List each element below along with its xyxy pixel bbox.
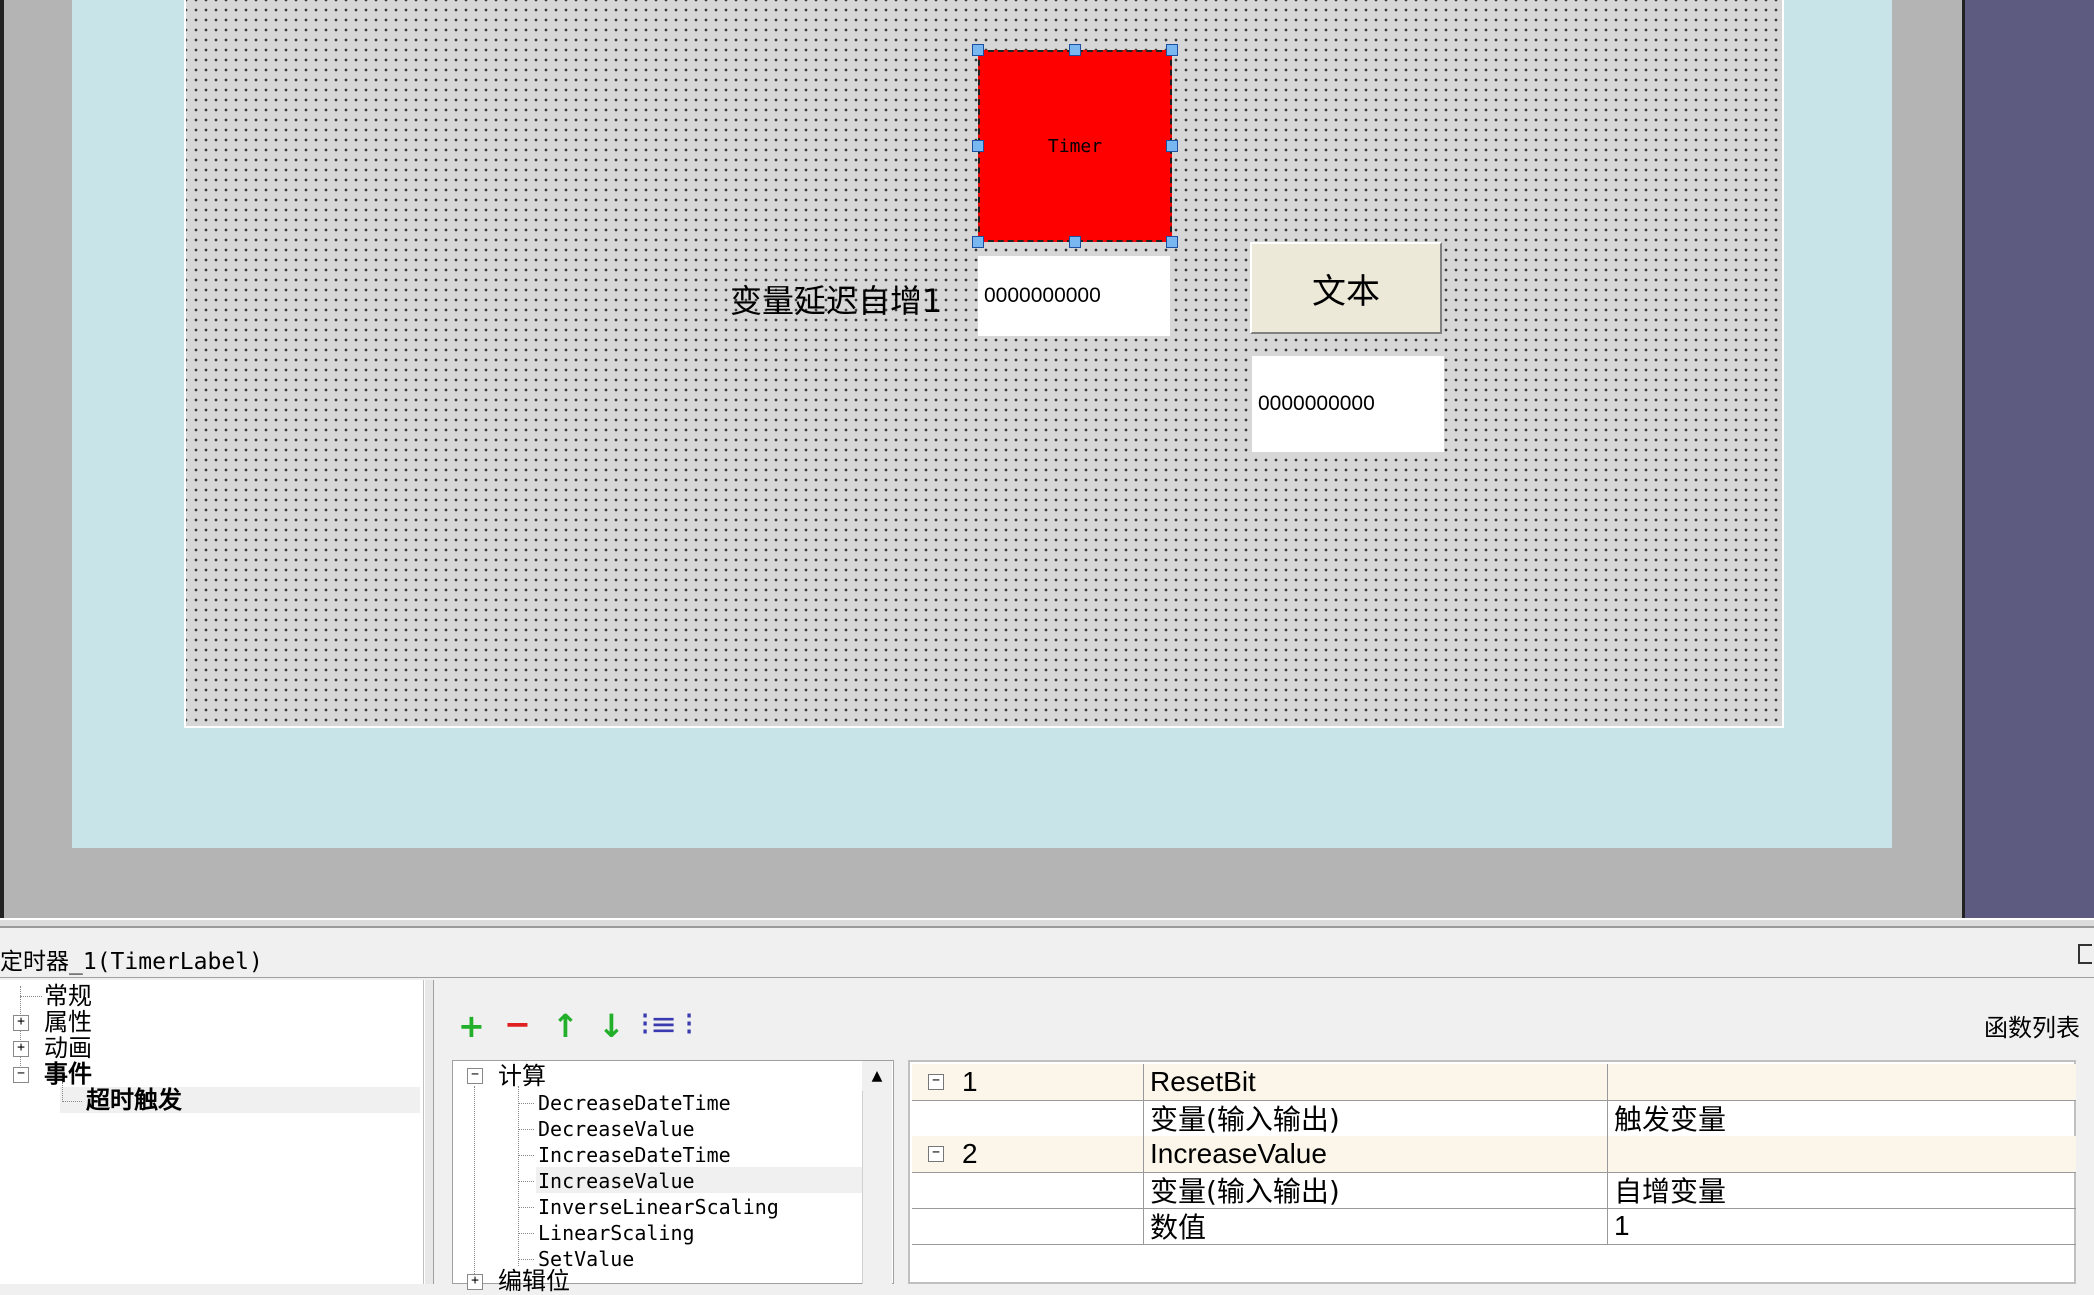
resize-handle-bottom-right[interactable] <box>1166 236 1178 248</box>
expand-icon[interactable]: + <box>467 1274 483 1290</box>
grid-cell-param[interactable]: 1 <box>1608 1208 2076 1244</box>
resize-handle-top[interactable] <box>1069 44 1081 56</box>
grid-cell-function[interactable]: IncreaseValue <box>1144 1136 1608 1172</box>
tree-item-properties[interactable]: 属性 <box>44 1009 92 1035</box>
tree-line <box>518 1207 534 1208</box>
variable-label[interactable]: 变量延迟自增1 <box>730 276 942 322</box>
tree-line <box>518 1155 534 1156</box>
action-grid: − 1 ResetBit 变量(输入输出) 触发变量 − 2 IncreaseV… <box>908 1060 2076 1284</box>
function-item-decreasevalue[interactable]: DecreaseValue <box>538 1117 695 1141</box>
tree-line <box>518 1259 534 1260</box>
tree-line <box>62 1101 82 1102</box>
panel-title-bar <box>0 936 2094 978</box>
expand-icon[interactable]: + <box>13 1041 29 1057</box>
grid-row-param[interactable]: 变量(输入输出) 触发变量 <box>912 1100 2076 1137</box>
function-list-label: 函数列表 <box>1984 1014 2080 1042</box>
function-item-decreasedatetime[interactable]: DecreaseDateTime <box>538 1091 731 1115</box>
expand-icon[interactable]: + <box>13 1015 29 1031</box>
restore-icon[interactable] <box>2078 944 2092 964</box>
move-up-icon[interactable]: ↑ <box>552 1010 579 1042</box>
resize-handle-right[interactable] <box>1166 140 1178 152</box>
design-right-bar <box>1962 0 2094 918</box>
grid-row-1[interactable]: − 1 ResetBit <box>912 1064 2076 1101</box>
grid-cell-function[interactable]: 变量(输入输出) <box>1144 1172 1608 1208</box>
tree-line <box>518 1181 534 1182</box>
function-item-inverselinearscaling[interactable]: InverseLinearScaling <box>538 1195 779 1219</box>
tree-line <box>518 1086 519 1266</box>
function-item-linearscaling[interactable]: LinearScaling <box>538 1221 695 1245</box>
resize-handle-left[interactable] <box>972 140 984 152</box>
resize-handle-bottom[interactable] <box>1069 236 1081 248</box>
tree-item-timeout-trigger[interactable]: 超时触发 <box>86 1087 182 1113</box>
grid-cell-param[interactable]: 自增变量 <box>1608 1172 2076 1208</box>
grid-cell-function[interactable]: ResetBit <box>1144 1064 1608 1100</box>
grid-cell-param[interactable] <box>1608 1064 2076 1100</box>
function-tree-scrollbar[interactable] <box>862 1061 892 1284</box>
function-item-increasevalue[interactable]: IncreaseValue <box>538 1169 695 1193</box>
tree-item-general[interactable]: 常规 <box>44 983 92 1009</box>
tree-line <box>518 1129 534 1130</box>
text-button[interactable]: 文本 <box>1250 242 1442 334</box>
function-category[interactable]: 计算 <box>498 1063 546 1089</box>
function-category-bits[interactable]: 编辑位 <box>498 1268 570 1294</box>
grid-cell-function[interactable]: 数值 <box>1144 1208 1608 1244</box>
value-display-1[interactable]: 0000000000 <box>978 256 1170 336</box>
scroll-up-arrow-icon[interactable]: ▲ <box>862 1061 892 1091</box>
tree-line <box>20 996 42 997</box>
value-display-2[interactable]: 0000000000 <box>1252 356 1444 452</box>
resize-handle-top-left[interactable] <box>972 44 984 56</box>
tree-line <box>474 1086 475 1284</box>
grid-cell-param[interactable] <box>1608 1136 2076 1172</box>
collapse-icon[interactable]: − <box>928 1074 944 1090</box>
grid-row-param[interactable]: 数值 1 <box>912 1208 2076 1245</box>
resize-handle-bottom-left[interactable] <box>972 236 984 248</box>
vertical-splitter[interactable] <box>424 980 434 1284</box>
grid-cell-function[interactable]: 变量(输入输出) <box>1144 1100 1608 1136</box>
collapse-icon[interactable]: − <box>928 1146 944 1162</box>
indent-icon[interactable]: ⁝≡ <box>640 1008 677 1040</box>
collapse-icon[interactable]: − <box>13 1067 29 1083</box>
move-down-icon[interactable]: ↓ <box>598 1010 625 1042</box>
grid-row-index: 2 <box>962 1138 978 1169</box>
resize-handle-top-right[interactable] <box>1166 44 1178 56</box>
collapse-icon[interactable]: − <box>467 1068 483 1084</box>
tree-item-events[interactable]: 事件 <box>44 1061 92 1087</box>
function-item-increasedatetime[interactable]: IncreaseDateTime <box>538 1143 731 1167</box>
add-icon[interactable]: + <box>458 1010 485 1042</box>
grid-row-index: 1 <box>962 1066 978 1097</box>
tree-item-animation[interactable]: 动画 <box>44 1035 92 1061</box>
panel-splitter[interactable] <box>0 918 2094 928</box>
tree-line <box>518 1233 534 1234</box>
timer-widget[interactable]: Timer <box>978 50 1172 242</box>
grid-cell-param[interactable]: 触发变量 <box>1608 1100 2076 1136</box>
grid-row-param[interactable]: 变量(输入输出) 自增变量 <box>912 1172 2076 1209</box>
remove-icon[interactable]: − <box>504 1008 531 1040</box>
tree-line <box>518 1103 534 1104</box>
timer-widget-label: Timer <box>1047 135 1103 157</box>
grid-row-2[interactable]: − 2 IncreaseValue <box>912 1136 2076 1173</box>
outdent-icon[interactable]: ⁝ <box>684 1008 694 1040</box>
panel-title: 定时器_1(TimerLabel) <box>0 949 263 975</box>
